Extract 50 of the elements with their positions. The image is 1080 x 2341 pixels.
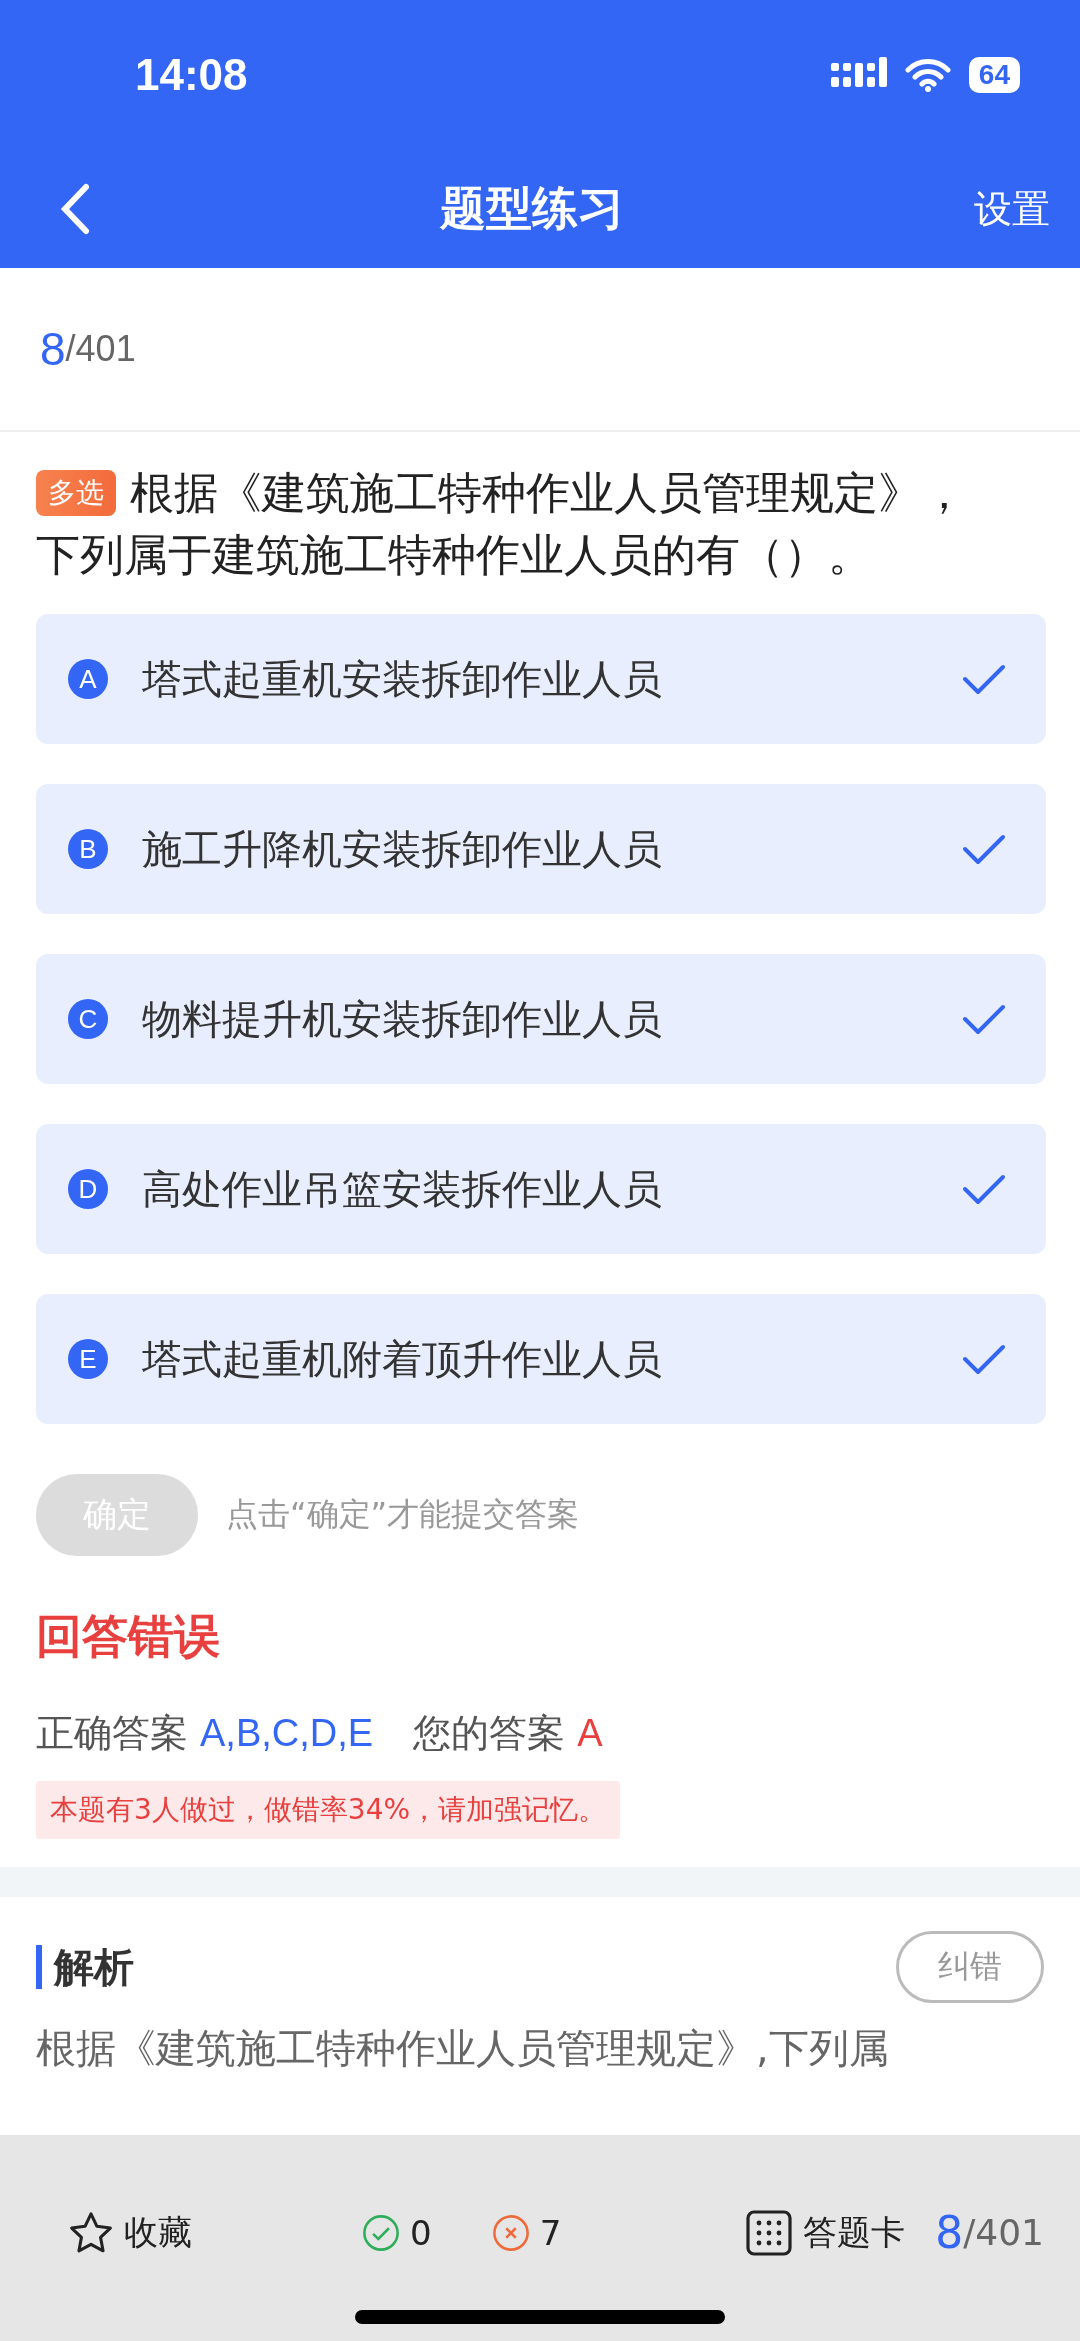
answer-option[interactable]: E 塔式起重机附着顶升作业人员 <box>36 1294 1046 1424</box>
option-text: 施工升降机安装拆卸作业人员 <box>142 824 663 874</box>
favorite-button[interactable]: 收藏 <box>68 2209 192 2256</box>
option-letter: C <box>68 999 108 1039</box>
star-icon <box>68 2210 114 2255</box>
answer-option[interactable]: C 物料提升机安装拆卸作业人员 <box>36 954 1046 1084</box>
answer-option[interactable]: D 高处作业吊篮安装拆作业人员 <box>36 1124 1046 1254</box>
grid-icon <box>745 2208 794 2257</box>
analysis-text: 根据《建筑施工特种作业人员管理规定》,下列属 <box>35 2024 890 2073</box>
option-letter: D <box>68 1169 108 1209</box>
question-text: 下列属于建筑施工特种作业人员的有（）。 <box>36 528 872 582</box>
answer-card-button[interactable]: 答题卡 <box>745 2208 906 2257</box>
confirm-hint: 点击“确定”才能提交答案 <box>226 1494 580 1535</box>
result-verdict: 回答错误 <box>35 1608 221 1665</box>
option-text: 塔式起重机附着顶升作业人员 <box>142 1334 663 1384</box>
check-icon <box>962 833 1006 865</box>
correct-answer-label: 正确答案 <box>36 1710 188 1757</box>
back-icon[interactable] <box>60 183 90 235</box>
correct-count: 0 <box>410 2212 432 2253</box>
total-questions: /401 <box>65 328 136 370</box>
answer-option[interactable]: B 施工升降机安装拆卸作业人员 <box>36 784 1046 914</box>
option-text: 塔式起重机安装拆卸作业人员 <box>142 654 663 704</box>
option-letter: B <box>68 829 108 869</box>
settings-link[interactable]: 设置 <box>974 183 1050 235</box>
check-icon <box>962 1343 1006 1375</box>
option-text: 高处作业吊篮安装拆作业人员 <box>142 1164 663 1214</box>
wrong-count: 7 <box>539 2212 562 2253</box>
page-title: 题型练习 <box>440 180 624 237</box>
option-letter: A <box>68 659 108 699</box>
your-answer-label: 您的答案 <box>413 1710 566 1757</box>
option-letter: E <box>68 1339 108 1379</box>
battery-indicator: 64 <box>968 57 1020 93</box>
wrong-count-icon <box>491 2213 530 2252</box>
current-question-number: 8 <box>935 2207 964 2258</box>
total-questions: /401 <box>963 2212 1044 2253</box>
status-time: 14:08 <box>135 50 248 100</box>
question-type-tag: 多选 <box>36 470 116 516</box>
your-answer-value: A <box>577 1712 603 1755</box>
current-question-number: 8 <box>40 322 66 376</box>
answer-option[interactable]: A 塔式起重机安装拆卸作业人员 <box>36 614 1046 744</box>
check-icon <box>962 663 1006 695</box>
check-icon <box>962 1003 1006 1035</box>
error-rate-note: 本题有3人做过，做错率34%，请加强记忆。 <box>36 1781 621 1839</box>
correct-count-icon <box>362 2213 400 2252</box>
option-text: 物料提升机安装拆卸作业人员 <box>142 994 663 1044</box>
check-icon <box>962 1173 1006 1205</box>
analysis-title: 解析 <box>36 1945 134 1989</box>
correct-answer-value: A,B,C,D,E <box>200 1712 374 1755</box>
question-text: 根据《建筑施工特种作业人员管理规定》， <box>130 466 966 520</box>
wifi-icon <box>904 58 951 92</box>
